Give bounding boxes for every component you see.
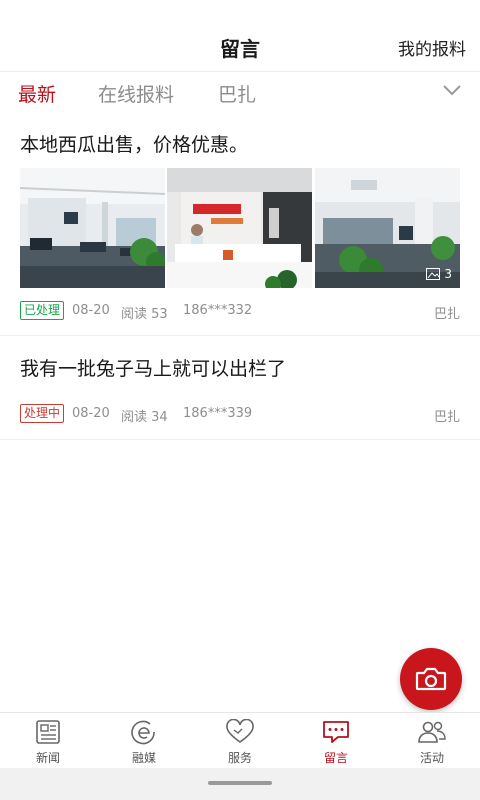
nav-label: 新闻 <box>35 751 60 765</box>
post-item[interactable]: 本地西瓜出售，价格优惠。 3 已处理 08-20 阅读 53 186***332… <box>0 114 480 336</box>
post-location: 巴扎 <box>433 410 460 425</box>
tab-bazha[interactable]: 巴扎 <box>218 80 256 107</box>
home-indicator[interactable] <box>208 781 272 785</box>
nav-item-message[interactable]: 留言 <box>288 713 384 769</box>
post-images[interactable]: 3 <box>20 168 460 288</box>
camera-report-button[interactable] <box>400 648 462 710</box>
nav-label: 留言 <box>323 751 348 765</box>
bottom-nav: 新闻 融媒 服务 留言 活动 <box>0 712 480 768</box>
my-reports-button[interactable]: 我的报料 <box>398 35 466 60</box>
post-phone: 186***332 <box>183 303 253 318</box>
post-phone: 186***339 <box>183 406 253 421</box>
nav-item-media[interactable]: 融媒 <box>96 713 192 769</box>
nav-label: 融媒 <box>131 751 156 765</box>
post-title: 本地西瓜出售，价格优惠。 <box>20 134 249 156</box>
post-image[interactable]: 3 <box>315 168 460 288</box>
heart-icon <box>226 719 254 743</box>
system-nav-bar <box>0 768 480 800</box>
post-image[interactable] <box>167 168 312 288</box>
camera-icon <box>415 667 447 691</box>
nav-label: 服务 <box>227 751 252 765</box>
post-title: 我有一批兔子马上就可以出栏了 <box>20 358 287 380</box>
post-image[interactable] <box>20 168 165 288</box>
people-icon <box>418 721 446 743</box>
media-icon <box>131 720 155 745</box>
post-date: 08-20 <box>72 303 110 318</box>
message-icon <box>323 721 349 743</box>
nav-label: 活动 <box>419 751 444 765</box>
post-location: 巴扎 <box>433 307 460 322</box>
image-icon <box>426 268 441 280</box>
status-badge: 处理中 <box>20 404 65 423</box>
category-tabs: 最新 在线报料 巴扎 <box>0 72 480 114</box>
post-reads: 阅读 34 <box>121 410 168 425</box>
post-reads: 阅读 53 <box>121 307 168 322</box>
nav-item-activity[interactable]: 活动 <box>384 713 480 769</box>
nav-item-news[interactable]: 新闻 <box>0 713 96 769</box>
photo-count-value: 3 <box>444 267 452 281</box>
nav-item-service[interactable]: 服务 <box>192 713 288 769</box>
header: 留言 我的报料 <box>0 0 480 72</box>
post-item[interactable]: 我有一批兔子马上就可以出栏了 处理中 08-20 阅读 34 186***339… <box>0 336 480 440</box>
tab-latest[interactable]: 最新 <box>18 80 56 107</box>
chevron-down-icon[interactable] <box>442 82 462 98</box>
tab-online-report[interactable]: 在线报料 <box>98 80 174 107</box>
post-meta: 已处理 08-20 阅读 53 186***332 巴扎 <box>20 301 460 322</box>
post-date: 08-20 <box>72 406 110 421</box>
status-badge: 已处理 <box>20 301 65 320</box>
newspaper-icon <box>36 720 60 744</box>
photo-count: 3 <box>426 267 452 281</box>
post-meta: 处理中 08-20 阅读 34 186***339 巴扎 <box>20 404 460 425</box>
